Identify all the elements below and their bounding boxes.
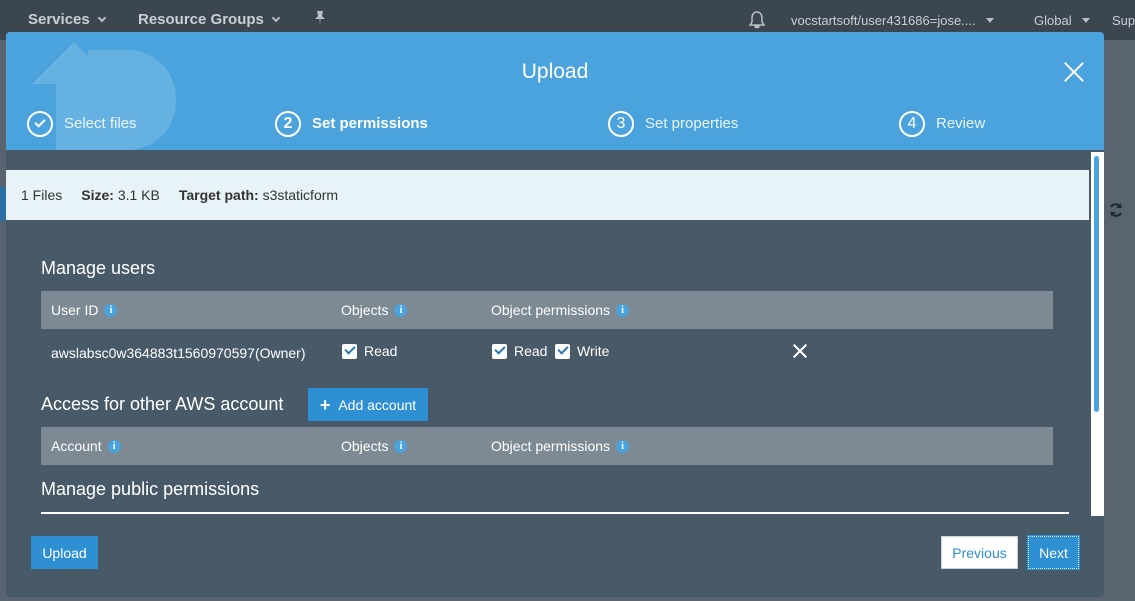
add-account-button[interactable]: + Add account: [308, 388, 428, 421]
manage-users-title: Manage users: [41, 258, 156, 278]
size-info: Size: 3.1 KB: [81, 187, 160, 203]
objects-header: Objects i: [341, 438, 408, 454]
upload-button[interactable]: Upload: [31, 536, 98, 569]
refresh-icon: [1108, 202, 1126, 220]
users-table-header: User ID i Objects i Object permissions i: [41, 291, 1053, 329]
checkbox-label: Read: [514, 343, 548, 359]
checkbox-label: Read: [364, 343, 398, 359]
objects-header: Objects i: [341, 302, 408, 318]
info-icon[interactable]: i: [616, 439, 630, 453]
user-id-header: User ID i: [51, 302, 118, 318]
info-icon[interactable]: i: [394, 439, 408, 453]
support-label: Sup: [1112, 13, 1135, 28]
user-id-header-label: User ID: [51, 302, 99, 318]
target-path-value: s3staticform: [262, 187, 339, 203]
upload-summary-bar: 1 Files Size: 3.1 KB Target path: s3stat…: [6, 170, 1089, 220]
services-menu[interactable]: Services: [28, 11, 106, 28]
step-select-files[interactable]: Select files: [27, 110, 137, 137]
pin-icon[interactable]: [313, 10, 327, 29]
bell-icon[interactable]: [748, 11, 766, 32]
target-path-label: Target path:: [178, 187, 259, 203]
checkbox-label: Write: [577, 343, 610, 359]
objects-header-label: Objects: [341, 438, 389, 454]
account-header: Account i: [51, 438, 121, 454]
checkbox-checked-icon: [342, 343, 357, 359]
info-icon[interactable]: i: [107, 439, 121, 453]
file-count: 1 Files: [21, 187, 63, 203]
resource-groups-label: Resource Groups: [138, 11, 264, 28]
size-value: 3.1 KB: [117, 187, 160, 203]
scrollbar[interactable]: [1091, 152, 1104, 516]
checkbox-checked-icon: [555, 343, 570, 359]
previous-button[interactable]: Previous: [941, 536, 1018, 569]
user-id-cell: awslabsc0w364883t1560970597(Owner): [51, 345, 306, 361]
check-icon: [27, 110, 53, 137]
modal-header: Upload Select files 2 Set permissions 3 …: [6, 32, 1104, 150]
step-number: 4: [899, 110, 925, 137]
objects-read-checkbox[interactable]: Read: [342, 343, 397, 359]
resource-groups-menu[interactable]: Resource Groups: [138, 11, 281, 28]
remove-user-icon[interactable]: [793, 344, 807, 358]
modal-title: Upload: [521, 60, 589, 83]
step-set-permissions[interactable]: 2 Set permissions: [275, 110, 428, 137]
chevron-down-icon: [271, 13, 281, 23]
accounts-table-header: Account i Objects i Object permissions i: [41, 427, 1053, 465]
target-path-info: Target path: s3staticform: [179, 187, 338, 203]
permissions-write-checkbox[interactable]: Write: [555, 343, 609, 359]
region-menu[interactable]: Global: [1034, 13, 1090, 28]
size-label: Size:: [81, 187, 114, 203]
region-label: Global: [1034, 13, 1072, 28]
checkbox-checked-icon: [492, 343, 507, 359]
chevron-down-icon: [97, 13, 106, 23]
scrollbar-thumb[interactable]: [1094, 156, 1099, 412]
add-account-label: Add account: [338, 396, 417, 413]
step-review[interactable]: 4 Review: [899, 110, 985, 137]
info-icon[interactable]: i: [104, 303, 118, 317]
object-permissions-header: Object permissions i: [491, 438, 630, 454]
account-label: vocstartsoft/user431686=jose....: [791, 13, 976, 28]
services-label: Services: [28, 11, 90, 28]
caret-down-icon: [985, 18, 994, 23]
account-header-label: Account: [51, 438, 102, 454]
plus-icon: +: [319, 394, 331, 415]
public-permissions-title: Manage public permissions: [41, 479, 260, 499]
step-set-properties[interactable]: 3 Set properties: [608, 110, 738, 137]
info-icon[interactable]: i: [616, 303, 630, 317]
close-icon[interactable]: [1063, 61, 1085, 83]
step-label: Select files: [64, 115, 137, 132]
caret-down-icon: [1081, 18, 1090, 23]
permissions-read-checkbox[interactable]: Read: [492, 343, 547, 359]
upload-modal: Upload Select files 2 Set permissions 3 …: [6, 32, 1104, 597]
step-label: Set properties: [645, 115, 739, 132]
object-permissions-header-label: Object permissions: [491, 302, 611, 318]
section-divider: [41, 512, 1069, 514]
account-menu[interactable]: vocstartsoft/user431686=jose....: [791, 13, 994, 28]
info-icon[interactable]: i: [394, 303, 408, 317]
step-label: Set permissions: [312, 115, 428, 132]
other-account-title: Access for other AWS account: [41, 394, 284, 414]
step-number: 2: [275, 110, 301, 137]
step-label: Review: [936, 115, 986, 132]
object-permissions-header: Object permissions i: [491, 302, 630, 318]
step-number: 3: [608, 110, 634, 137]
objects-header-label: Objects: [341, 302, 389, 318]
support-menu[interactable]: Sup: [1112, 13, 1135, 28]
object-permissions-header-label: Object permissions: [491, 438, 611, 454]
next-button[interactable]: Next: [1027, 535, 1080, 570]
